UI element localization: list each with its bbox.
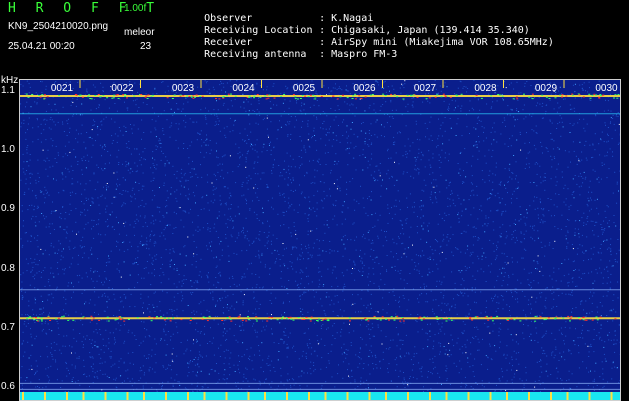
floor-tick	[165, 392, 167, 400]
time-label: 0027	[414, 83, 437, 94]
floor-tick	[127, 392, 129, 400]
floor-tick	[187, 392, 189, 400]
time-label: 0030	[595, 83, 618, 94]
floor-tick	[407, 392, 409, 400]
floor-tick	[143, 392, 145, 400]
floor-tick	[567, 392, 569, 400]
floor-tick	[490, 392, 492, 400]
floor-tick	[429, 392, 431, 400]
floor-tick	[105, 392, 107, 400]
floor-tick	[308, 392, 310, 400]
mode-label: meleor	[124, 28, 155, 38]
time-label: 0022	[111, 83, 134, 94]
floor-tick	[204, 392, 206, 400]
floor-tick	[468, 392, 470, 400]
floor-tick	[264, 392, 266, 400]
y-tick-label: 0.7	[1, 323, 15, 333]
floor-tick	[611, 392, 613, 400]
floor-tick	[347, 392, 349, 400]
spectrogram[interactable]: 0021 0022 0023 0024 0025 0026 0027 0028 0029 0030	[20, 80, 620, 400]
floor-tick	[83, 392, 85, 400]
floor-tick	[325, 392, 327, 400]
y-tick-label: 0.6	[1, 382, 15, 392]
floor-tick	[44, 392, 46, 400]
y-tick-label: 1.0	[1, 145, 15, 155]
time-label: 0021	[51, 83, 74, 94]
floor-tick	[589, 392, 591, 400]
floor-tick	[226, 392, 228, 400]
floor-tick	[385, 392, 387, 400]
time-label: 0029	[535, 83, 558, 94]
info-row-antenna: Receiving antenna:Maspro FM-3	[180, 40, 397, 70]
time-label: 0023	[172, 83, 195, 94]
floor-tick	[528, 392, 530, 400]
spectrogram-background	[20, 80, 620, 400]
floor-tick	[446, 392, 448, 400]
capture-datetime: 25.04.21 00:20	[8, 42, 75, 52]
floor-tick	[66, 392, 68, 400]
y-tick-label: 0.9	[1, 204, 15, 214]
info-key: Receiving antenna	[204, 50, 319, 60]
time-label: 0026	[353, 83, 376, 94]
floor-tick	[369, 392, 371, 400]
time-label: 0025	[293, 83, 316, 94]
floor-tick	[550, 392, 552, 400]
floor-tick	[22, 392, 24, 400]
info-value: Maspro FM-3	[331, 49, 397, 60]
floor-tick	[286, 392, 288, 400]
time-label: 0028	[474, 83, 497, 94]
y-tick-label: 0.8	[1, 264, 15, 274]
floor-tick	[248, 392, 250, 400]
floor-tick	[506, 392, 508, 400]
info-separator: :	[319, 50, 331, 60]
y-tick-label: 1.1	[1, 86, 15, 96]
meteor-count: 23	[140, 42, 151, 52]
file-name: KN9_2504210020.png	[8, 22, 108, 32]
app-version: 1.00f	[124, 4, 146, 14]
header-panel: H R O F F T 1.00f KN9_2504210020.png mel…	[0, 0, 629, 74]
time-label: 0024	[232, 83, 255, 94]
